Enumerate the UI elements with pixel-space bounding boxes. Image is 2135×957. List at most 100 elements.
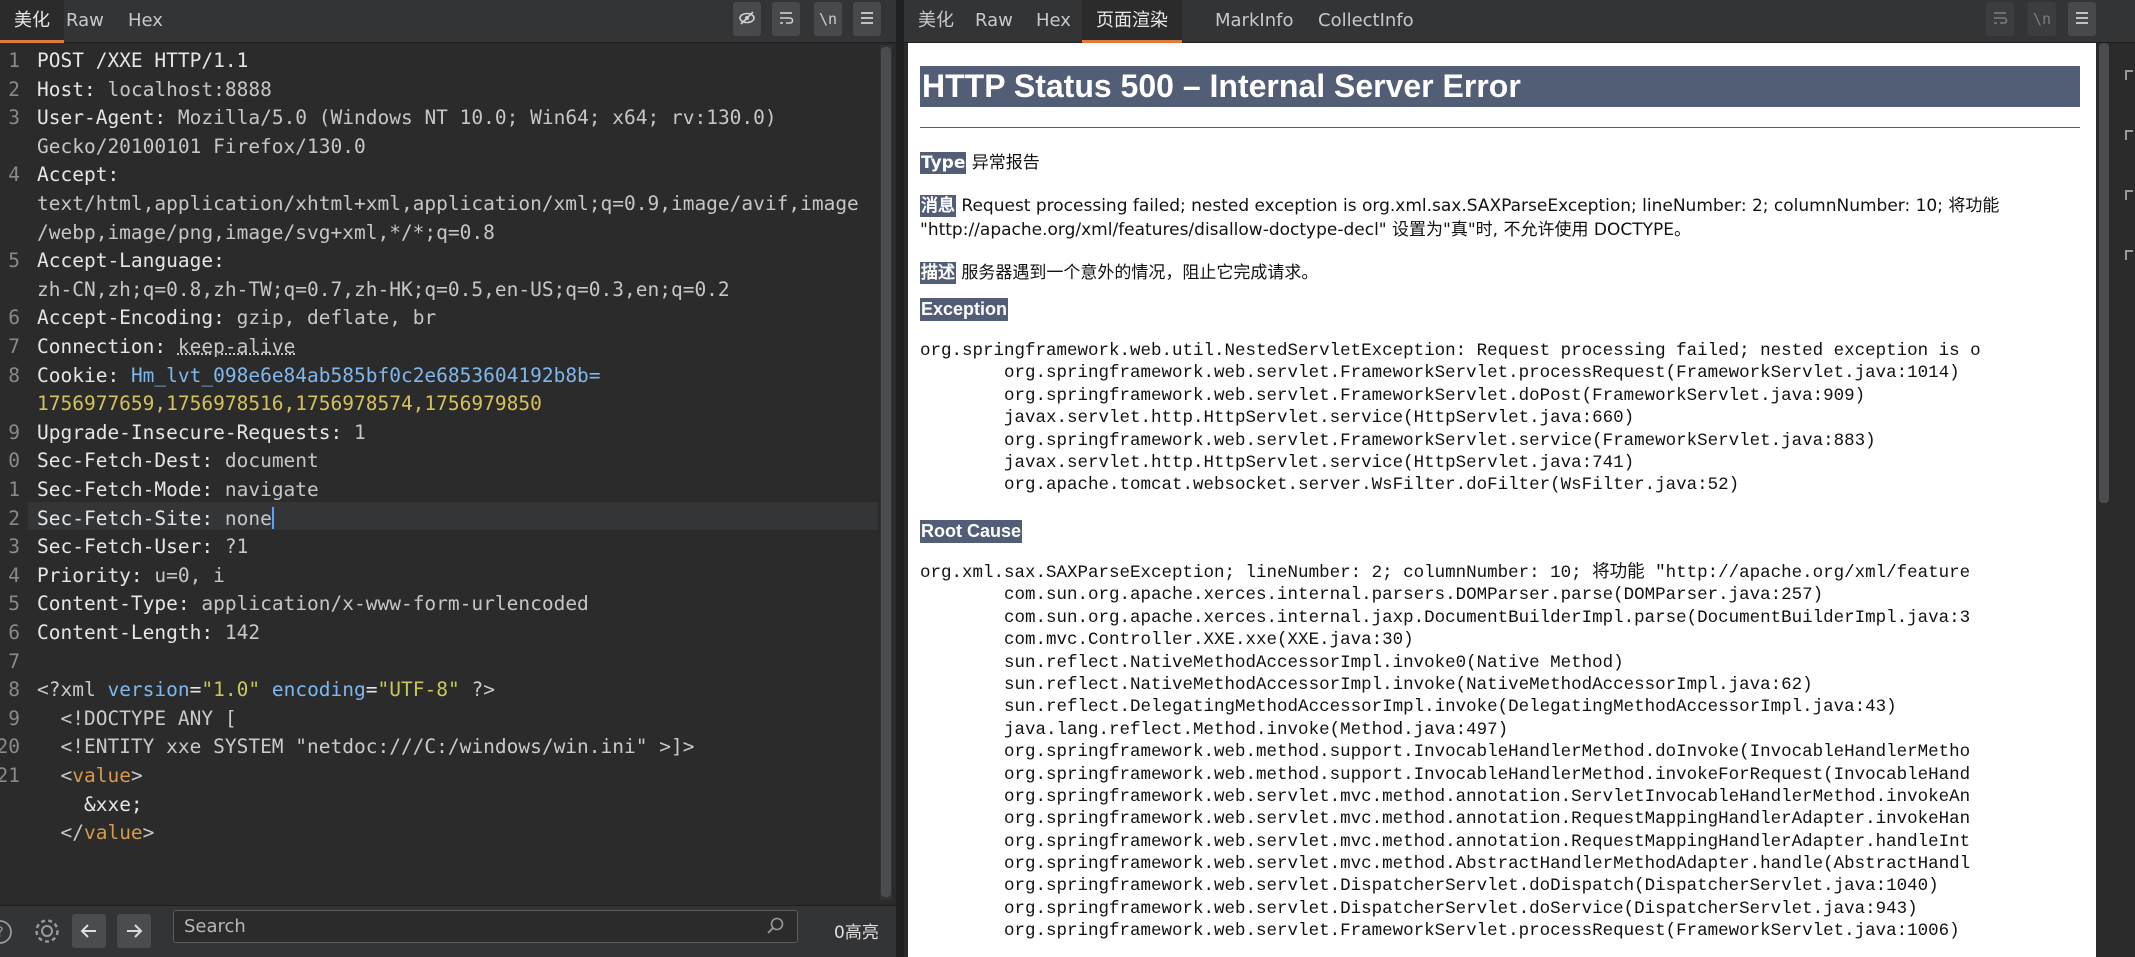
xml-bracket: > xyxy=(142,821,155,845)
type-value: 异常报告 xyxy=(971,153,1040,173)
tab-markinfo[interactable]: MarkInfo xyxy=(1201,0,1307,43)
search-input[interactable] xyxy=(173,910,798,943)
xml-decl-close: ?> xyxy=(471,678,495,702)
side-panel-edge xyxy=(2123,0,2135,957)
tab-page-render[interactable]: 页面渲染 xyxy=(1082,0,1182,43)
xml-tag: value xyxy=(83,821,143,845)
header-value: Mozilla/5.0 (Windows NT 10.0; Win64; x64… xyxy=(177,106,777,130)
header-key: User-Agent xyxy=(37,106,155,130)
stacktrace-line: org.apache.tomcat.websocket.server.WsFil… xyxy=(920,475,1740,496)
description-value: 服务器遇到一个意外的情况，阻止它完成请求。 xyxy=(961,263,1319,283)
header-key: Accept xyxy=(37,163,108,187)
request-line-row[interactable]: POST /XXE HTTP/1.1 xyxy=(37,49,878,72)
xml-decl-line[interactable]: <?xml version="1.0" encoding="UTF-8" ?> xyxy=(37,678,878,701)
xml-attr-value: "UTF-8" xyxy=(377,678,460,702)
header-line[interactable]: text/html,application/xhtml+xml,applicat… xyxy=(37,192,878,215)
root-cause-heading: Root Cause xyxy=(920,520,1023,543)
request-editor[interactable]: 1 2 3 4 5 6 7 8 9 0 1 2 3 4 5 6 7 8 9 20 21 POST /XXE HTTP/1… xyxy=(0,45,878,900)
header-line[interactable]: Sec-Fetch-Mode: navigate xyxy=(37,478,878,501)
xml-entity-ref-line[interactable]: &xxe; xyxy=(37,793,878,816)
response-pane: 美化 Raw Hex 页面渲染 MarkInfo CollectInfo \n … xyxy=(904,0,2135,957)
header-value: 142 xyxy=(224,621,261,644)
header-line[interactable]: zh-CN,zh;q=0.8,zh-TW;q=0.7,zh-HK;q=0.5,e… xyxy=(37,278,878,301)
next-match-button[interactable] xyxy=(117,914,151,948)
header-key: Sec-Fetch-Dest xyxy=(37,449,202,473)
search-icon[interactable] xyxy=(766,916,786,940)
wrap-lines-icon[interactable] xyxy=(772,2,800,36)
hide-nonprintable-icon[interactable] xyxy=(733,2,761,36)
stacktrace-line: com.mvc.Controller.XXE.xxe(XXE.java:30) xyxy=(920,630,1414,651)
menu-icon[interactable] xyxy=(853,2,881,36)
line-number: 8 xyxy=(8,363,20,387)
line-number: 3 xyxy=(8,106,20,130)
header-line[interactable]: Accept-Language: xyxy=(37,249,878,272)
header-line[interactable]: Sec-Fetch-Site: none xyxy=(37,506,878,530)
line-number: 9 xyxy=(8,706,20,730)
line-number: 6 xyxy=(8,306,20,330)
xml-entity-line[interactable]: <!ENTITY xxe SYSTEM "netdoc:///C:/window… xyxy=(37,735,878,758)
request-line: POST /XXE HTTP/1.1 xyxy=(37,49,249,72)
xml-doctype-line[interactable]: <!DOCTYPE ANY [ xyxy=(37,707,878,730)
wrap-lines-icon[interactable] xyxy=(1986,2,2014,36)
help-icon[interactable]: ? xyxy=(0,918,14,950)
xml-close-tag-line[interactable]: </value> xyxy=(37,821,878,844)
stacktrace-line: org.springframework.web.servlet.mvc.meth… xyxy=(920,809,1971,830)
menu-icon[interactable] xyxy=(2068,2,2096,36)
line-number: 2 xyxy=(8,77,20,101)
header-key: Upgrade-Insecure-Requests xyxy=(37,420,331,444)
response-tabbar: 美化 Raw Hex 页面渲染 MarkInfo CollectInfo \n xyxy=(904,0,2135,43)
description-label: 描述 xyxy=(920,262,956,284)
previous-match-button[interactable] xyxy=(72,914,106,948)
header-key: Content-Type xyxy=(37,592,178,616)
header-line[interactable]: Priority: u=0, i xyxy=(37,564,878,587)
cookie-value-line[interactable]: 1756977659,1756978516,1756978574,1756979… xyxy=(37,392,878,415)
editor-scrollbar[interactable] xyxy=(880,45,892,900)
editor-scrollbar-thumb[interactable] xyxy=(881,47,891,897)
header-key: Sec-Fetch-Site xyxy=(37,506,202,530)
header-line[interactable]: Upgrade-Insecure-Requests: 1 xyxy=(37,421,878,444)
highlight-count: 0高亮 xyxy=(834,923,879,943)
header-line[interactable]: Gecko/20100101 Firefox/130.0 xyxy=(37,135,878,158)
tab-beautify[interactable]: 美化 xyxy=(904,0,968,43)
xml-entity-ref: &xxe; xyxy=(83,792,143,816)
xml-bracket: </ xyxy=(60,821,84,845)
tab-raw[interactable]: Raw xyxy=(52,0,118,43)
header-line[interactable]: User-Agent: Mozilla/5.0 (Windows NT 10.0… xyxy=(37,106,878,129)
xml-tag: value xyxy=(72,764,131,787)
render-scrollbar-thumb[interactable] xyxy=(2099,43,2109,503)
newline-toggle-icon[interactable]: \n xyxy=(2028,2,2056,36)
header-value: none xyxy=(224,506,272,530)
header-line[interactable]: Host: localhost:8888 xyxy=(37,78,878,101)
header-line[interactable]: Accept: xyxy=(37,163,878,186)
stacktrace-line: javax.servlet.http.HttpServlet.service(H… xyxy=(920,452,1635,473)
header-line[interactable]: Content-Length: 142 xyxy=(37,621,878,644)
header-value: keep-alive xyxy=(177,335,296,358)
header-key: Content-Length xyxy=(37,621,202,644)
render-scrollbar[interactable] xyxy=(2097,43,2111,957)
tab-raw[interactable]: Raw xyxy=(961,0,1027,43)
tab-hex[interactable]: Hex xyxy=(1022,0,1085,43)
newline-toggle-icon[interactable]: \n xyxy=(814,2,842,36)
tab-hex[interactable]: Hex xyxy=(114,0,177,43)
line-number: 0 xyxy=(8,449,20,473)
line-number: 8 xyxy=(8,678,20,702)
header-line[interactable]: Sec-Fetch-User: ?1 xyxy=(37,535,878,558)
xml-open-tag-line[interactable]: <value> xyxy=(37,764,878,787)
xml-doctype: <!DOCTYPE ANY [ xyxy=(60,706,237,730)
header-line[interactable]: Accept-Encoding: gzip, deflate, br xyxy=(37,306,878,329)
header-line[interactable]: /webp,image/png,image/svg+xml,*/*;q=0.8 xyxy=(37,221,878,244)
stacktrace-line: sun.reflect.DelegatingMethodAccessorImpl… xyxy=(920,697,1897,718)
header-line[interactable]: Content-Type: application/x-www-form-url… xyxy=(37,592,878,615)
tab-collectinfo[interactable]: CollectInfo xyxy=(1304,0,1428,43)
header-value: localhost:8888 xyxy=(107,77,272,101)
stacktrace-line: org.springframework.web.servlet.Framewor… xyxy=(920,921,1960,942)
header-value: u=0, i xyxy=(154,563,225,587)
xml-bracket: < xyxy=(60,764,73,787)
cookie-line[interactable]: Cookie: Hm_lvt_098e6e84ab585bf0c2e685360… xyxy=(37,364,878,387)
header-line[interactable]: Sec-Fetch-Dest: document xyxy=(37,449,878,472)
message-label: 消息 xyxy=(920,195,956,217)
header-line[interactable]: Connection: keep-alive xyxy=(37,335,878,358)
settings-icon[interactable] xyxy=(32,916,62,950)
pane-divider[interactable] xyxy=(896,0,904,957)
header-value: Gecko/20100101 Firefox/130.0 xyxy=(37,134,366,158)
